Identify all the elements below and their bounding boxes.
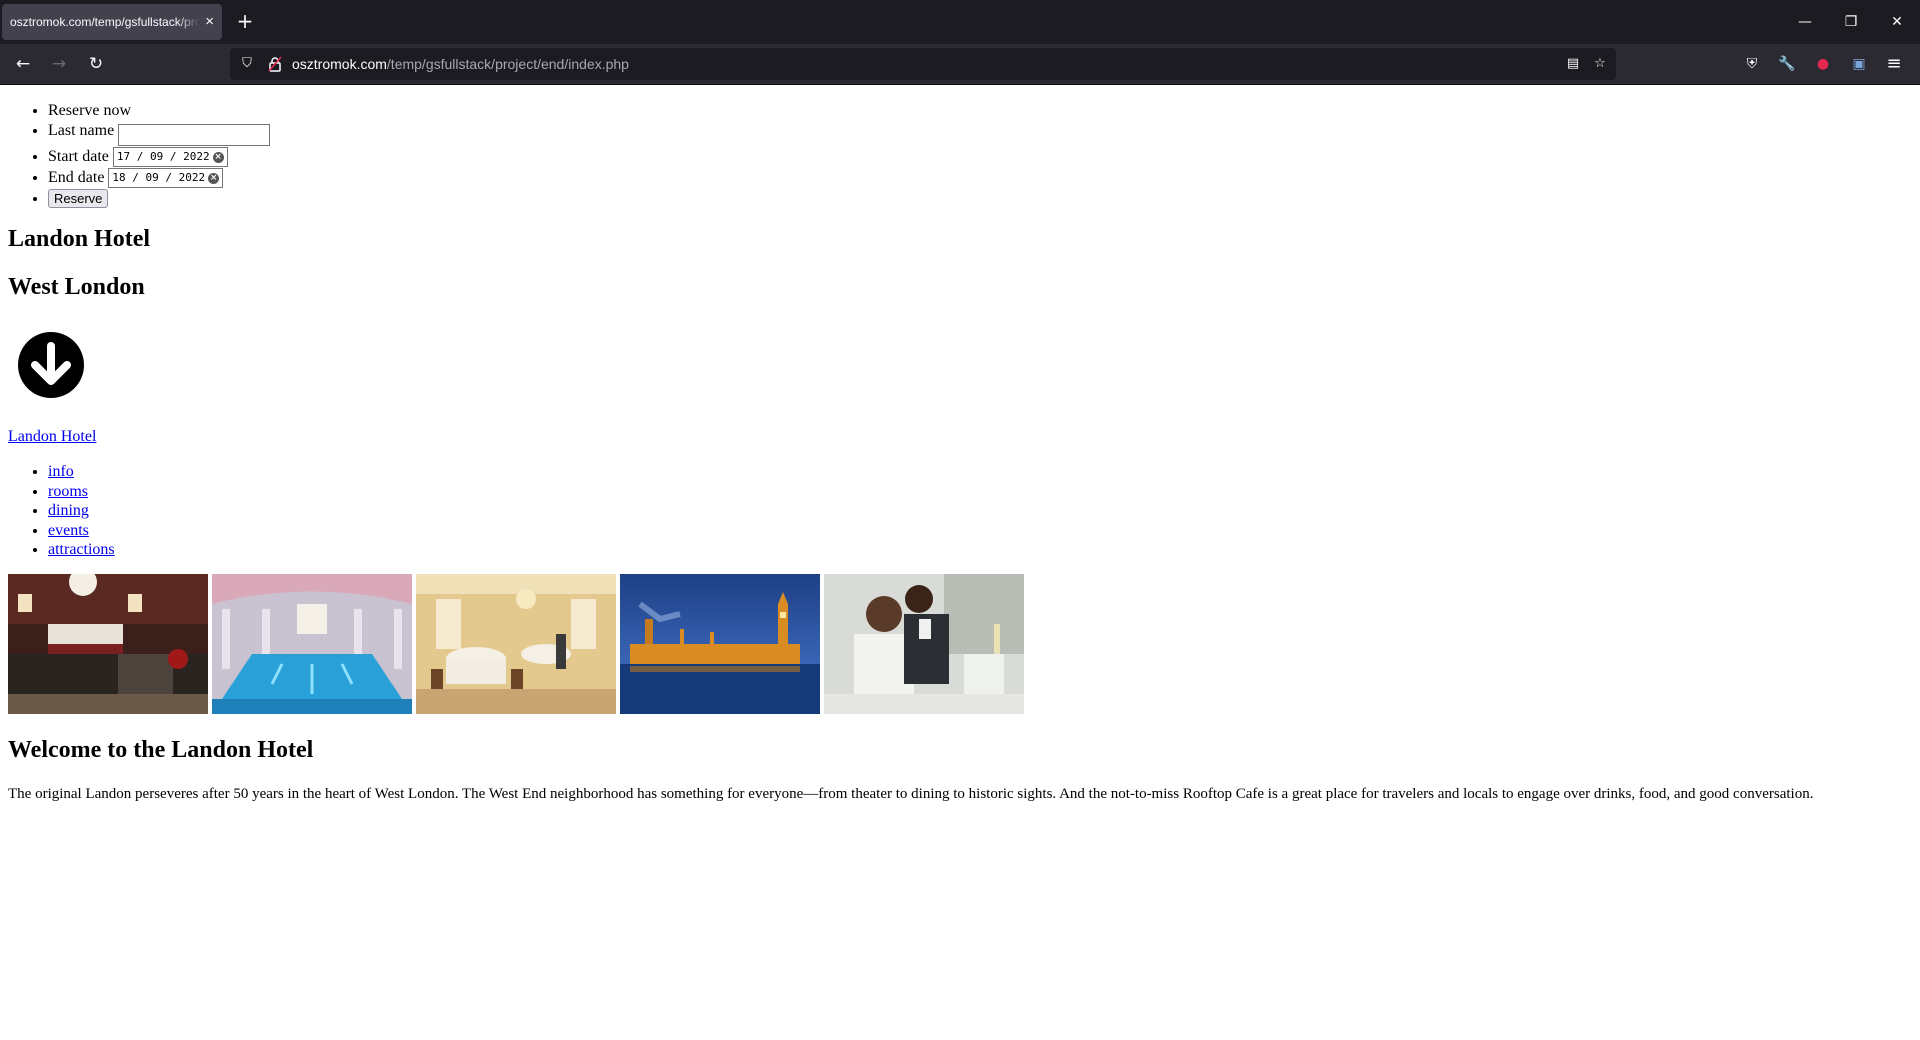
url-path: /temp/gsfullstack/project/end/index.php — [386, 56, 629, 72]
main-nav: info rooms dining events attractions — [8, 462, 115, 560]
reader-view-icon[interactable]: ▤ — [1565, 56, 1581, 72]
last-name-row: Last name — [48, 120, 648, 146]
hotel-name-heading: Landon Hotel — [8, 226, 151, 252]
nav-item-events: events — [48, 521, 115, 541]
page-content: Reserve now Last name Start date 17 / 09… — [0, 85, 1920, 1040]
container-icon[interactable]: ▣ — [1847, 52, 1871, 76]
photo-pool — [212, 574, 412, 714]
reserve-button-row: Reserve — [48, 188, 648, 209]
extension-icon[interactable]: ● — [1811, 52, 1835, 76]
photo-room — [8, 574, 208, 714]
area-heading: West London — [8, 274, 145, 300]
start-date-label: Start date — [48, 147, 109, 165]
nav-item-rooms: rooms — [48, 482, 115, 502]
last-name-label: Last name — [48, 122, 115, 139]
end-date-label: End date — [48, 168, 105, 186]
arrow-down-icon[interactable] — [18, 332, 84, 398]
reserve-button[interactable]: Reserve — [48, 188, 109, 208]
start-date-value: 17 / 09 / 2022 — [116, 149, 210, 163]
close-tab-icon[interactable]: × — [205, 14, 214, 29]
reload-button[interactable]: ↻ — [84, 52, 108, 76]
last-name-input[interactable] — [118, 123, 271, 146]
browser-tab-active[interactable]: osztromok.com/temp/gsfullstack/project/e… — [2, 4, 222, 40]
url-text[interactable]: osztromok.com/temp/gsfullstack/project/e… — [292, 56, 629, 72]
photo-gallery — [8, 574, 1108, 714]
end-date-input[interactable]: 18 / 09 / 2022 × — [108, 167, 224, 188]
nav-link-rooms[interactable]: rooms — [48, 483, 88, 500]
reserve-heading: Reserve now — [48, 102, 648, 120]
photo-london — [620, 574, 820, 714]
clear-end-date-icon[interactable]: × — [208, 172, 220, 184]
end-date-row: End date 18 / 09 / 2022× — [48, 167, 648, 188]
photo-dining — [416, 574, 616, 714]
nav-item-dining: dining — [48, 501, 115, 521]
reserve-form: Reserve now Last name Start date 17 / 09… — [8, 102, 648, 209]
nav-link-events[interactable]: events — [48, 522, 89, 539]
browser-toolbar: ← → ↻ ⛉ osztromok.com/temp/gsfullstack/p… — [0, 44, 1920, 85]
welcome-heading: Welcome to the Landon Hotel — [8, 737, 314, 763]
tracking-shield-icon[interactable]: ⛉ — [239, 56, 255, 72]
restore-window-button[interactable]: ❐ — [1836, 10, 1866, 34]
developer-tools-icon[interactable]: 🔧 — [1775, 52, 1799, 76]
tab-title: osztromok.com/temp/gsfullstack/project/e… — [10, 15, 200, 29]
nav-item-info: info — [48, 462, 115, 482]
home-link[interactable]: Landon Hotel — [8, 428, 96, 446]
browser-tab-bar: osztromok.com/temp/gsfullstack/project/e… — [0, 0, 1920, 44]
site-lock-icon[interactable] — [267, 56, 283, 72]
new-tab-button[interactable]: + — [235, 10, 255, 34]
address-bar[interactable]: ⛉ osztromok.com/temp/gsfullstack/project… — [230, 48, 1616, 80]
start-date-input[interactable]: 17 / 09 / 2022 × — [112, 146, 228, 167]
nav-link-info[interactable]: info — [48, 463, 74, 480]
nav-item-attractions: attractions — [48, 540, 115, 560]
start-date-row: Start date 17 / 09 / 2022× — [48, 146, 648, 167]
forward-button[interactable]: → — [47, 52, 71, 76]
pocket-icon[interactable]: ⛨ — [1740, 52, 1764, 76]
nav-link-dining[interactable]: dining — [48, 502, 89, 519]
back-button[interactable]: ← — [11, 52, 35, 76]
close-window-button[interactable]: ✕ — [1882, 10, 1912, 34]
minimize-window-button[interactable]: — — [1790, 10, 1820, 34]
bookmark-star-icon[interactable]: ☆ — [1592, 56, 1608, 72]
welcome-paragraph: The original Landon perseveres after 50 … — [8, 786, 1814, 802]
url-domain: osztromok.com — [292, 56, 387, 72]
end-date-value: 18 / 09 / 2022 — [112, 170, 206, 184]
nav-link-attractions[interactable]: attractions — [48, 541, 115, 558]
clear-start-date-icon[interactable]: × — [212, 151, 224, 163]
hamburger-menu-icon[interactable]: ≡ — [1882, 52, 1906, 76]
photo-couple — [824, 574, 1024, 714]
